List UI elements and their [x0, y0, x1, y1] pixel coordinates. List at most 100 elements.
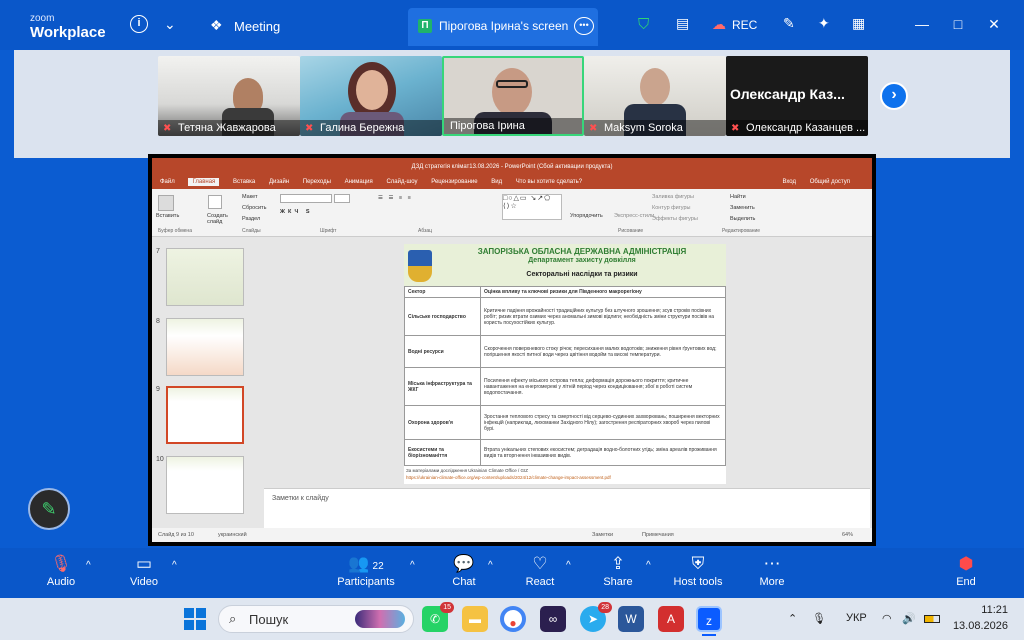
meeting-label[interactable]: Meeting	[234, 19, 280, 34]
ppt-tell-me[interactable]: Что вы хотите сделать?	[516, 179, 582, 185]
new-slide-icon[interactable]	[208, 195, 222, 209]
ai-sparkle-icon[interactable]: ✦	[818, 15, 830, 32]
mic-muted-icon: ✖	[305, 123, 314, 134]
slide-source-link[interactable]: https://ukrainian-climate-office.org/wp-…	[406, 475, 724, 480]
whatsapp-icon[interactable]: ✆ 15	[422, 602, 454, 632]
share-tab-label[interactable]: Пірогова Ірина's screen	[439, 19, 568, 33]
font-name-box[interactable]	[280, 194, 332, 203]
minimize-icon[interactable]: —	[912, 16, 932, 32]
webex-icon[interactable]: ∞	[540, 606, 566, 632]
zoom-level[interactable]: 64%	[842, 528, 853, 542]
slide-source: За матеріалами дослідження Ukrainian Cli…	[406, 468, 528, 473]
font-size-box[interactable]	[334, 194, 350, 203]
chat-caret-icon[interactable]: ^	[488, 560, 493, 571]
chat-button[interactable]: 💬 Chat	[446, 552, 482, 588]
video-caret-icon[interactable]: ^	[172, 560, 177, 571]
maximize-icon[interactable]: □	[948, 16, 968, 32]
rec-label[interactable]: REC	[732, 18, 757, 32]
slide-thumbnail-selected[interactable]	[166, 386, 244, 444]
word-icon[interactable]: W	[618, 606, 644, 632]
slide-thumbnail[interactable]	[166, 456, 244, 514]
paste-label[interactable]: Вставить	[156, 213, 179, 219]
notes-toggle[interactable]: Заметки	[592, 528, 613, 542]
video-button[interactable]: ▭ Video	[124, 552, 164, 588]
participant-name: Пірогова Ірина	[444, 118, 582, 134]
clock-date[interactable]: 13.08.2026	[952, 620, 1008, 632]
audio-button[interactable]: 🎙 Audio	[40, 552, 82, 588]
host-tools-button[interactable]: ⛨ Host tools	[670, 552, 726, 588]
more-options-icon[interactable]: •••	[574, 17, 594, 35]
end-label: End	[956, 576, 976, 588]
more-button[interactable]: ⋯ More	[754, 552, 790, 588]
share-caret-icon[interactable]: ^	[646, 560, 651, 571]
ppt-menu-file[interactable]: Файл	[160, 179, 175, 185]
font-format-icons[interactable]: ЖКЧ S	[280, 209, 313, 215]
find-button[interactable]: Найти	[730, 194, 746, 200]
tray-mic-icon[interactable]: 🎙	[812, 612, 826, 625]
participants-button[interactable]: 👥 22 Participants	[334, 552, 398, 588]
language-indicator[interactable]: УКР	[846, 612, 867, 624]
participant-tile[interactable]: Maksym Soroka ✖	[584, 56, 726, 136]
tray-chevron-icon[interactable]: ⌃	[788, 612, 797, 625]
annotate-pen-button[interactable]: ✎	[28, 488, 70, 530]
ppt-menu-review[interactable]: Рецензирование	[431, 179, 477, 185]
battery-icon[interactable]	[924, 615, 940, 623]
notes-icon[interactable]: ▤	[676, 15, 689, 32]
react-button[interactable]: ♡ React	[522, 552, 558, 588]
ppt-share[interactable]: Общий доступ	[810, 179, 850, 185]
select-button[interactable]: Выделить	[730, 216, 755, 222]
quick-styles-button[interactable]: Экспресс-стили	[614, 213, 654, 219]
volume-icon[interactable]: 🔊	[902, 612, 916, 625]
ppt-signin[interactable]: Вход	[782, 179, 796, 185]
clock-time[interactable]: 11:21	[968, 604, 1008, 616]
react-caret-icon[interactable]: ^	[566, 560, 571, 571]
end-button[interactable]: ⬢ End	[948, 552, 984, 588]
participant-tile[interactable]: Галина Бережна ✖	[300, 56, 442, 136]
ppt-menu-design[interactable]: Дизайн	[269, 179, 289, 185]
participants-caret-icon[interactable]: ^	[410, 560, 415, 571]
pdf-reader-icon[interactable]: A	[658, 606, 684, 632]
telegram-icon[interactable]: ➤ 28	[580, 602, 612, 632]
participant-tile-active-speaker[interactable]: Пірогова Ірина	[442, 56, 584, 136]
magic-wand-icon[interactable]: ✎	[783, 15, 795, 32]
paste-icon[interactable]	[158, 195, 174, 211]
apps-icon[interactable]: ▦	[852, 15, 865, 32]
chevron-down-icon[interactable]: ⌄	[164, 16, 176, 33]
participant-tile[interactable]: Тетяна Жавжарова ✖	[158, 56, 300, 136]
ppt-menu-animations[interactable]: Анимация	[345, 179, 373, 185]
slide-thumbnail[interactable]	[166, 318, 244, 376]
chrome-icon[interactable]: ●	[500, 606, 526, 632]
file-explorer-icon[interactable]: ▬	[462, 606, 488, 632]
shapes-gallery[interactable]: □○△▭ ↘↗⬠ ⟨⟩☆	[502, 194, 562, 220]
zoom-app-icon[interactable]: z	[696, 606, 722, 632]
paragraph-icons[interactable]: ☰ ☰ ≡ ≡	[378, 195, 413, 201]
security-shield-icon[interactable]: ⛉	[638, 16, 649, 33]
ppt-menu-insert[interactable]: Вставка	[233, 179, 255, 185]
ppt-menu-slideshow[interactable]: Слайд-шоу	[386, 179, 417, 185]
section-button[interactable]: Раздел	[242, 216, 260, 222]
ppt-menu-transitions[interactable]: Переходы	[303, 179, 331, 185]
shape-fill-button[interactable]: Заливка фигуры	[652, 194, 694, 200]
ppt-menu-view[interactable]: Вид	[491, 179, 502, 185]
shape-outline-button[interactable]: Контур фигуры	[652, 205, 690, 211]
taskbar-search[interactable]: ⌕ Пошук	[218, 605, 414, 633]
windows-start-icon[interactable]	[184, 608, 206, 630]
info-icon[interactable]: i	[130, 15, 148, 33]
ppt-menu-home[interactable]: Главная	[188, 178, 220, 186]
slide-thumbnail[interactable]	[166, 248, 244, 306]
record-icon[interactable]: ☁	[712, 16, 726, 33]
shape-effects-button[interactable]: Эффекты фигуры	[652, 216, 698, 222]
share-button[interactable]: ⇪ Share	[600, 552, 636, 588]
next-page-button[interactable]: ›	[880, 82, 908, 110]
arrange-button[interactable]: Упорядочить	[570, 213, 603, 219]
comments-toggle[interactable]: Примечания	[642, 528, 674, 542]
close-icon[interactable]: ✕	[984, 16, 1004, 33]
reset-button[interactable]: Сбросить	[242, 205, 266, 211]
create-slide-label[interactable]: Создать слайд	[207, 213, 233, 225]
notes-pane[interactable]: Заметки к слайду	[264, 488, 870, 528]
wifi-icon[interactable]: ◠	[882, 612, 892, 625]
replace-button[interactable]: Заменить	[730, 205, 755, 211]
audio-caret-icon[interactable]: ^	[86, 560, 91, 571]
participant-tile[interactable]: Олександр Каз... Олександр Казанцев ... …	[726, 56, 868, 136]
layout-button[interactable]: Макет	[242, 194, 258, 200]
